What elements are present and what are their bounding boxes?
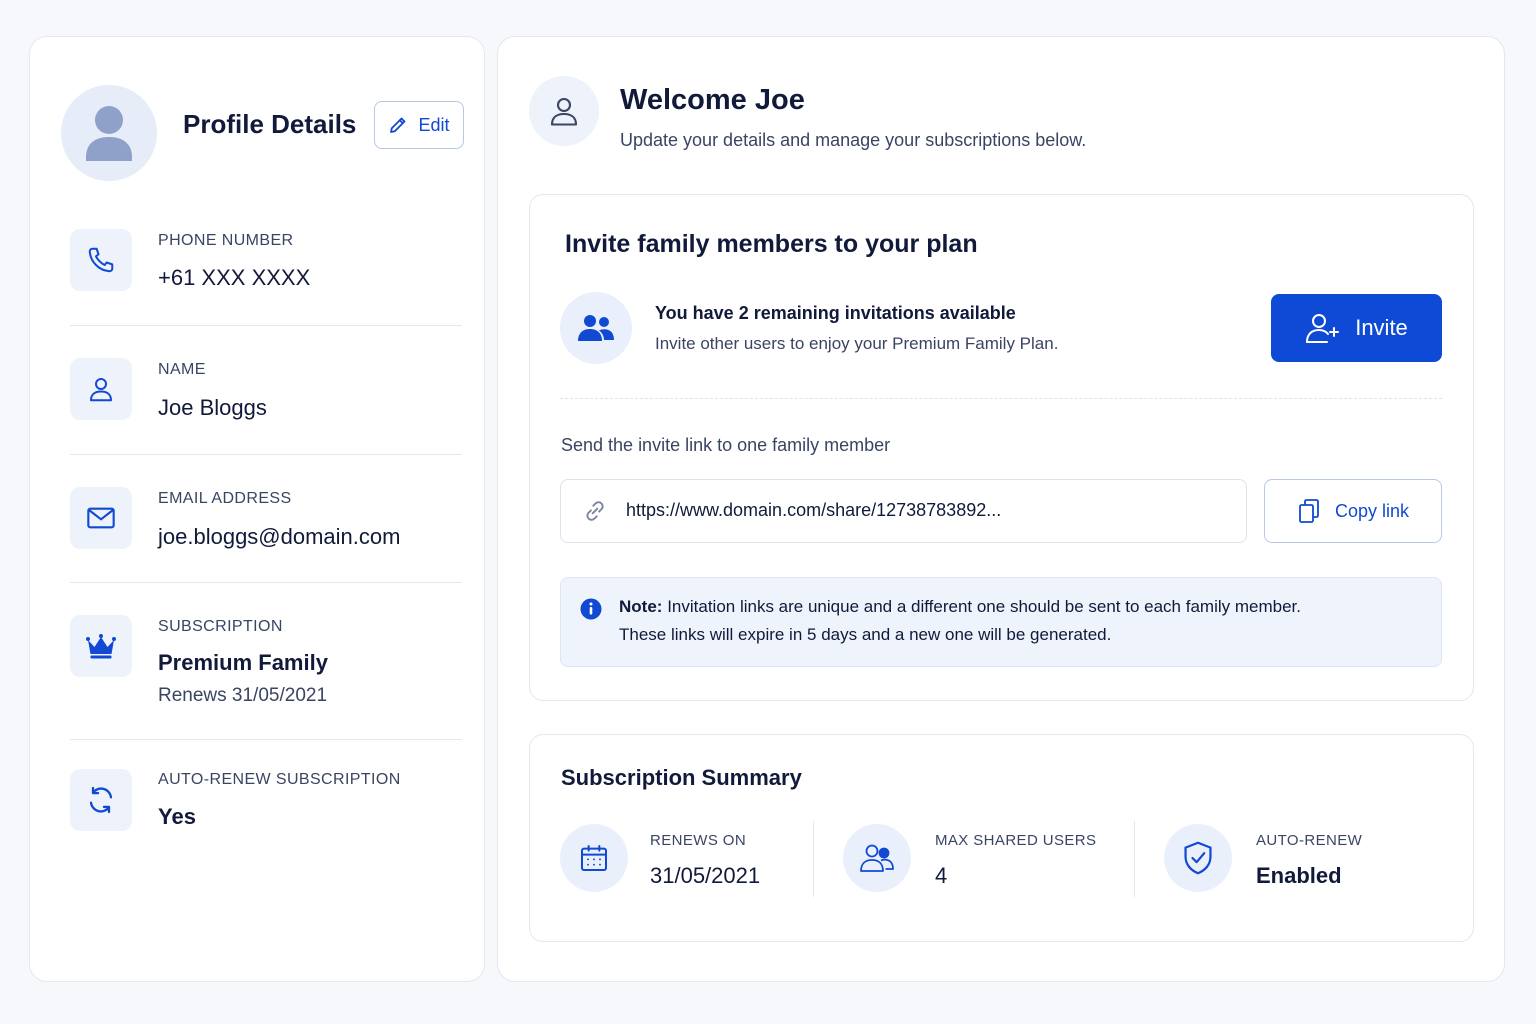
subscription-summary-card: Subscription Summary RENEWS ON 31/05/202… bbox=[529, 734, 1474, 942]
invite-card: Invite family members to your plan You h… bbox=[529, 194, 1474, 701]
crown-icon bbox=[86, 634, 116, 659]
auto-renew-summary-label: AUTO-RENEW bbox=[1256, 832, 1363, 849]
edit-button-label: Edit bbox=[418, 114, 450, 135]
divider bbox=[70, 739, 462, 740]
user-plus-icon bbox=[1306, 314, 1340, 343]
auto-renew-icon-circle bbox=[1164, 824, 1232, 892]
copy-link-button[interactable]: Copy link bbox=[1264, 479, 1442, 543]
dashed-divider bbox=[560, 398, 1442, 399]
welcome-subtitle: Update your details and manage your subs… bbox=[620, 130, 1087, 150]
link-icon bbox=[586, 501, 604, 521]
note-text-1: Invitation links are unique and a differ… bbox=[667, 597, 1301, 616]
summary-separator bbox=[813, 821, 814, 897]
profile-title: Profile Details bbox=[183, 109, 357, 139]
family-avatar bbox=[560, 292, 632, 364]
user-outline-icon bbox=[550, 97, 578, 126]
subscription-label: SUBSCRIPTION bbox=[158, 618, 283, 635]
calendar-icon bbox=[581, 845, 607, 871]
mail-icon bbox=[87, 507, 115, 529]
family-users-icon bbox=[578, 315, 614, 341]
email-label: EMAIL ADDRESS bbox=[158, 490, 292, 507]
summary-separator bbox=[1134, 821, 1135, 897]
note-bold-label: Note: bbox=[619, 597, 663, 616]
profile-avatar bbox=[61, 85, 157, 181]
renews-on-label: RENEWS ON bbox=[650, 832, 747, 849]
email-value: joe.bloggs@domain.com bbox=[158, 524, 401, 549]
divider bbox=[70, 582, 462, 583]
auto-renew-summary-value: Enabled bbox=[1256, 863, 1342, 888]
divider bbox=[70, 454, 462, 455]
note-box: Note: Invitation links are unique and a … bbox=[560, 577, 1442, 667]
invite-description: Invite other users to enjoy your Premium… bbox=[655, 334, 1059, 353]
max-users-value: 4 bbox=[935, 863, 948, 888]
auto-renew-label: AUTO-RENEW SUBSCRIPTION bbox=[158, 771, 401, 788]
edit-button[interactable]: Edit bbox=[374, 101, 464, 149]
phone-label: PHONE NUMBER bbox=[158, 232, 294, 249]
copy-link-label: Copy link bbox=[1334, 500, 1410, 521]
phone-icon bbox=[88, 247, 114, 273]
users-icon bbox=[860, 844, 894, 872]
invite-title: Invite family members to your plan bbox=[565, 230, 978, 258]
divider bbox=[70, 325, 462, 326]
note-text-2: These links will expire in 5 days and a … bbox=[619, 625, 1112, 644]
renews-on-icon-circle bbox=[560, 824, 628, 892]
auto-renew-tile bbox=[70, 769, 132, 831]
invite-button-label: Invite bbox=[1355, 315, 1408, 340]
shield-check-icon bbox=[1184, 841, 1212, 875]
welcome-title: Welcome Joe bbox=[620, 84, 805, 116]
copy-icon bbox=[1299, 499, 1319, 523]
email-tile bbox=[70, 487, 132, 549]
summary-title: Subscription Summary bbox=[561, 765, 802, 790]
welcome-avatar bbox=[529, 76, 599, 146]
user-icon bbox=[90, 378, 112, 402]
main-card: Welcome Joe Update your details and mana… bbox=[497, 36, 1505, 982]
remaining-invitations-text: You have 2 remaining invitations availab… bbox=[655, 303, 1016, 323]
note-line-1: Note: Invitation links are unique and a … bbox=[619, 597, 1301, 617]
renews-on-value: 31/05/2021 bbox=[650, 863, 761, 888]
subscription-renews-text: Renews 31/05/2021 bbox=[158, 685, 328, 706]
auto-renew-value: Yes bbox=[158, 804, 196, 829]
subscription-value: Premium Family bbox=[158, 650, 328, 675]
name-tile bbox=[70, 358, 132, 420]
invite-link-value: https://www.domain.com/share/12738783892… bbox=[626, 500, 1002, 520]
invite-link-field[interactable]: https://www.domain.com/share/12738783892… bbox=[560, 479, 1247, 543]
max-users-icon-circle bbox=[843, 824, 911, 892]
name-label: NAME bbox=[158, 361, 206, 378]
subscription-tile bbox=[70, 615, 132, 677]
phone-tile bbox=[70, 229, 132, 291]
max-users-label: MAX SHARED USERS bbox=[935, 832, 1097, 849]
phone-value: +61 XXX XXXX bbox=[158, 265, 311, 290]
pencil-icon bbox=[390, 117, 406, 133]
name-value: Joe Bloggs bbox=[158, 395, 267, 420]
info-icon bbox=[580, 598, 602, 620]
invite-button[interactable]: Invite bbox=[1271, 294, 1442, 362]
profile-card: Profile Details Edit PHONE NUMBER +61 XX… bbox=[29, 36, 485, 982]
link-prompt: Send the invite link to one family membe… bbox=[561, 435, 891, 455]
refresh-icon bbox=[89, 786, 113, 814]
avatar-silhouette-icon bbox=[86, 106, 132, 161]
